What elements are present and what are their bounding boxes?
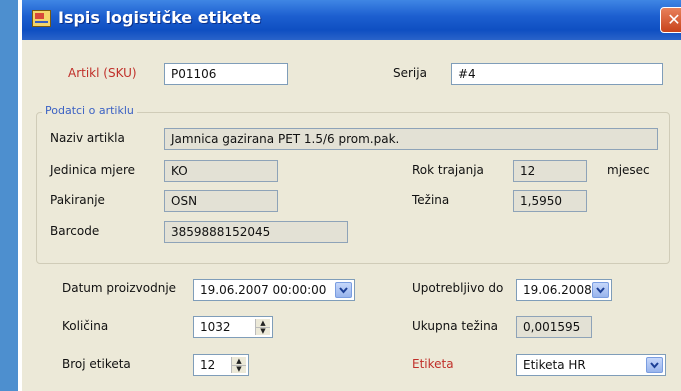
naziv-field: Jamnica gazirana PET 1.5/6 prom.pak. (164, 128, 658, 150)
spin-down-icon[interactable]: ▼ (232, 365, 246, 373)
upotrebljivo-dropdown-button[interactable] (592, 282, 609, 298)
ukupna-field: 0,001595 (516, 316, 592, 338)
etiketa-combo[interactable]: Etiketa HR (516, 354, 666, 376)
serija-label: Serija (393, 66, 427, 80)
ukupna-label: Ukupna težina (412, 319, 499, 333)
datum-dropdown-button[interactable] (335, 282, 352, 298)
dialog-window: Ispis logističke etikete ✕ Artikl (SKU) … (22, 0, 681, 391)
dropdown-arrow-icon (339, 287, 348, 294)
datum-combo[interactable]: 19.06.2007 00:00:00 (193, 279, 355, 301)
broj-spin[interactable]: ▲ ▼ (231, 357, 246, 373)
kolicina-label: Količina (62, 319, 109, 333)
pakiranje-field: OSN (164, 190, 278, 212)
etiketa-dropdown-button[interactable] (646, 357, 663, 373)
naziv-label: Naziv artikla (50, 131, 125, 145)
artikl-label: Artikl (SKU) (68, 66, 137, 80)
title-bar[interactable]: Ispis logističke etikete ✕ (22, 0, 681, 40)
kolicina-value: 1032 (200, 320, 231, 334)
upotrebljivo-value: 19.06.2008 (523, 283, 592, 297)
spin-down-icon[interactable]: ▼ (256, 327, 270, 335)
item-details-legend: Podatci o artiklu (42, 104, 137, 117)
serija-input[interactable]: #4 (451, 63, 663, 85)
upotrebljivo-label: Upotrebljivo do (412, 281, 504, 295)
barcode-field: 3859888152045 (164, 221, 348, 243)
broj-stepper[interactable]: 12 ▲ ▼ (193, 354, 249, 376)
datum-value: 19.06.2007 00:00:00 (200, 283, 327, 297)
rok-field: 12 (513, 160, 587, 182)
upotrebljivo-combo[interactable]: 19.06.2008 (516, 279, 612, 301)
close-button[interactable]: ✕ (660, 7, 681, 33)
dropdown-arrow-icon (650, 362, 659, 369)
background-panel (0, 0, 18, 391)
jedinica-label: Jedinica mjere (50, 163, 136, 177)
broj-value: 12 (200, 358, 216, 372)
broj-label: Broj etiketa (62, 357, 131, 371)
dropdown-arrow-icon (596, 287, 605, 294)
close-icon: ✕ (667, 10, 681, 29)
kolicina-stepper[interactable]: 1032 ▲ ▼ (193, 316, 273, 338)
artikl-input[interactable]: P01106 (164, 63, 288, 85)
rok-unit: mjesec (607, 163, 650, 177)
tezina-field: 1,5950 (513, 190, 587, 212)
rok-label: Rok trajanja (412, 163, 484, 177)
tezina-label: Težina (412, 193, 450, 207)
datum-label: Datum proizvodnje (62, 281, 177, 295)
etiketa-label: Etiketa (412, 357, 454, 371)
pakiranje-label: Pakiranje (50, 193, 105, 207)
window-title: Ispis logističke etikete (58, 8, 262, 27)
kolicina-spin[interactable]: ▲ ▼ (255, 319, 270, 335)
jedinica-field: KO (164, 160, 278, 182)
etiketa-value: Etiketa HR (523, 358, 586, 372)
app-icon (32, 10, 51, 27)
barcode-label: Barcode (50, 224, 100, 238)
